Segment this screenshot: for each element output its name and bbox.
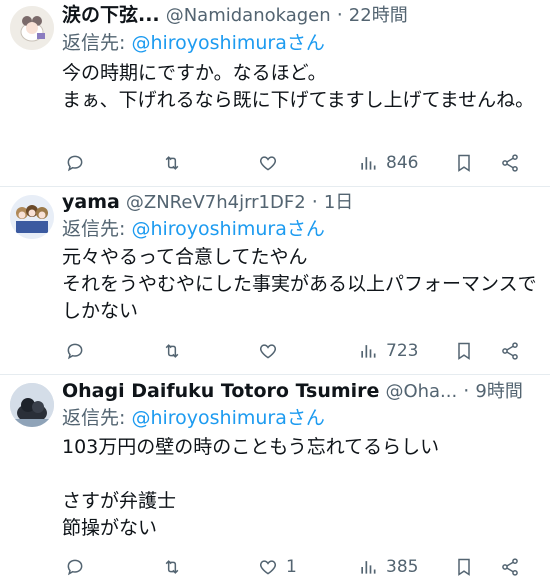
retweet-icon — [165, 156, 179, 170]
reply-prefix: 返信先: — [62, 407, 126, 429]
share-icon — [502, 558, 518, 576]
like-button[interactable]: 1 — [258, 555, 297, 579]
mention-link[interactable]: @hiroyoshimuraさん — [131, 32, 324, 54]
heart-icon — [259, 156, 277, 171]
avatar[interactable] — [10, 6, 54, 50]
retweet-button[interactable] — [162, 151, 182, 175]
heart-icon — [259, 344, 277, 359]
mention-link[interactable]: @hiroyoshimuraさん — [131, 407, 324, 429]
action-bar: 1 385 — [62, 555, 530, 579]
timestamp[interactable]: 9時間 — [475, 381, 522, 402]
reply-context: 返信先: @hiroyoshimuraさん — [62, 405, 325, 431]
user-handle[interactable]: @ZNReV7h4jrr1DF2 — [126, 192, 306, 213]
separator-dot: · — [336, 4, 343, 26]
display-name[interactable]: 涙の下弦... — [62, 4, 160, 26]
action-bar: 723 — [62, 339, 530, 363]
views-icon — [361, 345, 376, 358]
reply-icon — [67, 155, 83, 172]
bookmark-button[interactable] — [454, 151, 474, 175]
views-icon — [361, 157, 376, 170]
view-count: 385 — [386, 557, 419, 577]
share-button[interactable] — [500, 151, 520, 175]
tweet[interactable]: 涙の下弦... @Namidanokagen · 22時間 返信先: @hiro… — [0, 0, 550, 186]
view-count: 846 — [386, 153, 419, 173]
bookmark-icon — [458, 342, 470, 360]
reply-icon — [67, 343, 83, 360]
display-name[interactable]: yama — [62, 191, 120, 213]
views-button[interactable]: 385 — [358, 555, 418, 579]
like-button[interactable] — [258, 151, 286, 175]
retweet-button[interactable] — [162, 555, 182, 579]
display-name[interactable]: Ohagi Daifuku Totoro Tsumire — [62, 380, 379, 402]
view-count: 723 — [386, 341, 419, 361]
tweet-text: 元々やるって合意してたやん それをうやむやにした事実がある以上パフォーマンスでし… — [62, 246, 537, 322]
bookmark-icon — [458, 558, 470, 576]
tweet[interactable]: Ohagi Daifuku Totoro Tsumire @Oha... · 9… — [0, 375, 550, 580]
tweet-text: 103万円の壁の時のこともう忘れてるらしい さすが弁護士 節操がない — [62, 436, 440, 539]
share-icon — [502, 342, 518, 360]
retweet-icon — [165, 560, 179, 574]
reply-button[interactable] — [65, 555, 85, 579]
share-button[interactable] — [500, 555, 520, 579]
separator-dot: · — [463, 380, 470, 402]
bookmark-button[interactable] — [454, 555, 474, 579]
share-icon — [502, 154, 518, 172]
views-button[interactable]: 846 — [358, 151, 418, 175]
like-button[interactable] — [258, 339, 286, 363]
reply-icon — [67, 559, 83, 576]
mention-link[interactable]: @hiroyoshimuraさん — [131, 218, 324, 240]
timestamp[interactable]: 1日 — [324, 192, 353, 213]
action-bar: 846 — [62, 151, 530, 175]
reply-context: 返信先: @hiroyoshimuraさん — [62, 216, 325, 242]
avatar[interactable] — [10, 383, 54, 427]
tweet-header: 涙の下弦... @Namidanokagen · 22時間 — [62, 2, 542, 28]
tweet-header: yama @ZNReV7h4jrr1DF2 · 1日 — [62, 189, 542, 215]
views-button[interactable]: 723 — [358, 339, 418, 363]
timestamp[interactable]: 22時間 — [349, 5, 408, 26]
avatar[interactable] — [10, 195, 54, 239]
like-count: 1 — [286, 557, 297, 577]
retweet-icon — [165, 344, 179, 358]
reply-prefix: 返信先: — [62, 218, 126, 240]
share-button[interactable] — [500, 339, 520, 363]
reply-button[interactable] — [65, 151, 85, 175]
views-icon — [361, 561, 376, 574]
bookmark-icon — [458, 154, 470, 172]
user-handle[interactable]: @Oha... — [385, 381, 457, 402]
tweet-header: Ohagi Daifuku Totoro Tsumire @Oha... · 9… — [62, 378, 542, 404]
reply-button[interactable] — [65, 339, 85, 363]
tweet[interactable]: yama @ZNReV7h4jrr1DF2 · 1日 返信先: @hiroyos… — [0, 187, 550, 374]
heart-icon — [259, 560, 277, 575]
bookmark-button[interactable] — [454, 339, 474, 363]
user-handle[interactable]: @Namidanokagen — [166, 5, 331, 26]
separator-dot: · — [311, 191, 318, 213]
reply-context: 返信先: @hiroyoshimuraさん — [62, 30, 325, 56]
retweet-button[interactable] — [162, 339, 182, 363]
tweet-text: 今の時期にですか。なるほど。 まぁ、下げれるなら既に下げてますし上げてませんね。 — [62, 62, 535, 111]
reply-prefix: 返信先: — [62, 32, 126, 54]
